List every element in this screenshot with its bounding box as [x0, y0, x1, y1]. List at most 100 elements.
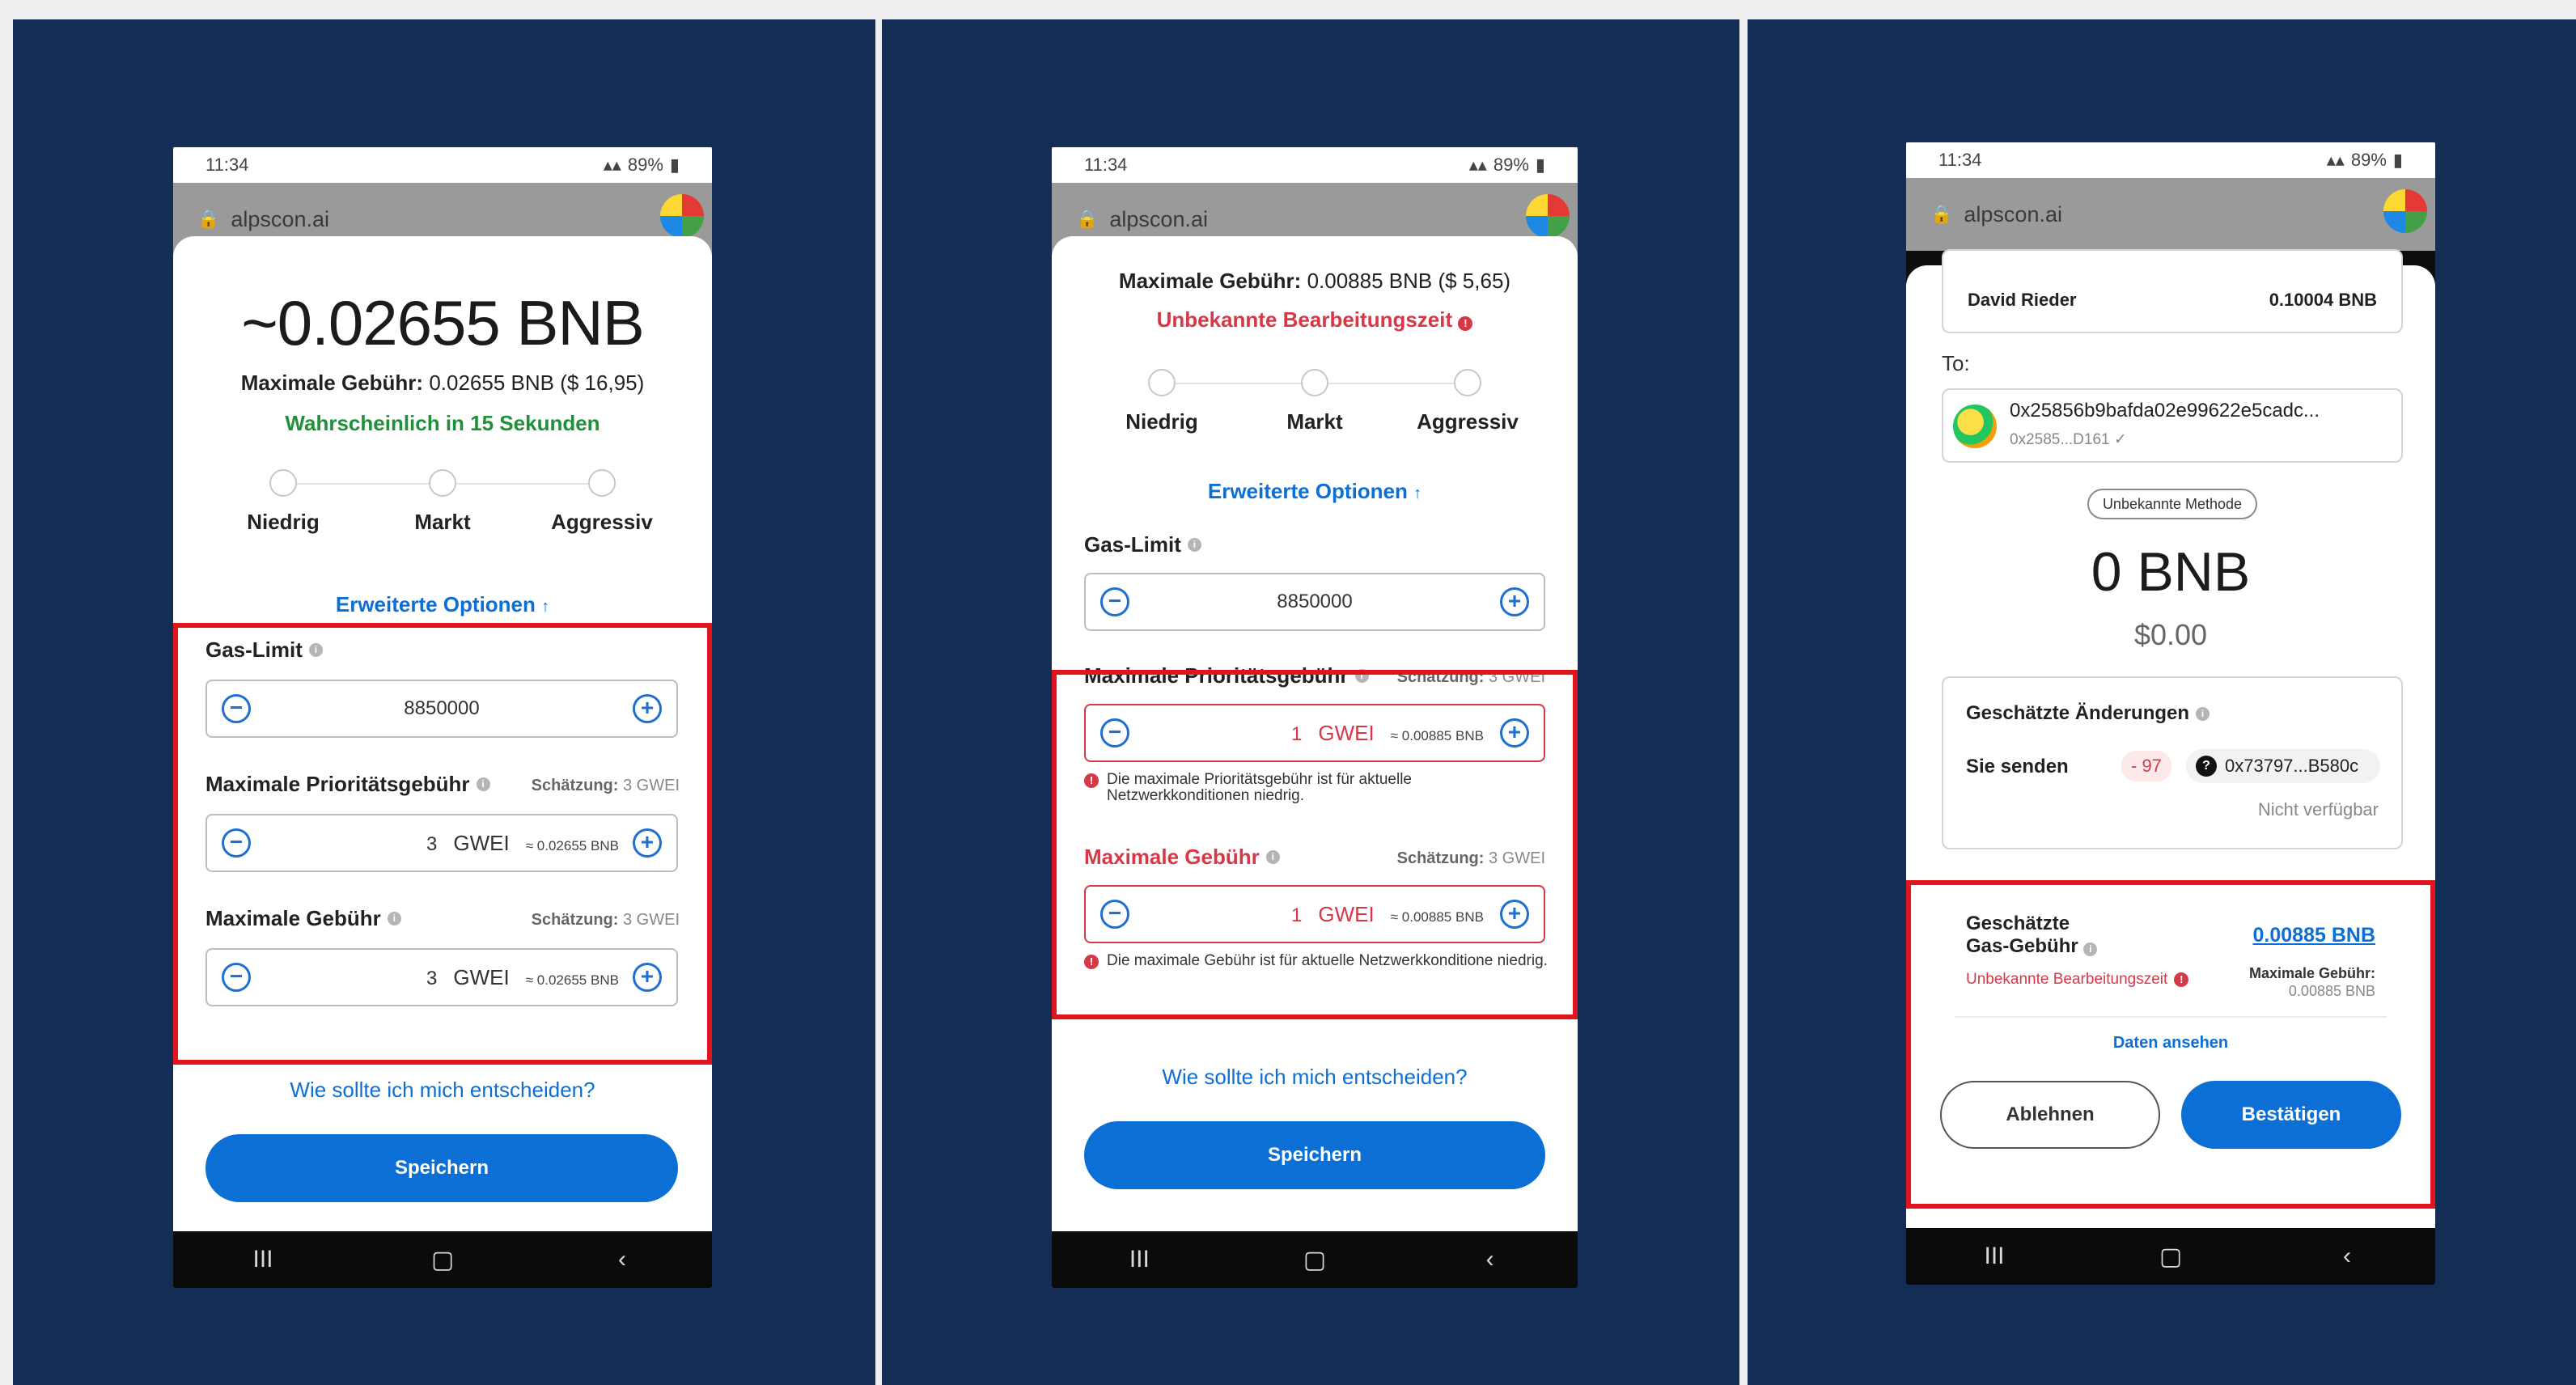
back-button[interactable]: ‹ [1442, 1246, 1539, 1273]
info-icon[interactable]: i [387, 912, 401, 925]
info-icon[interactable]: i [1354, 669, 1369, 683]
battery-icon: ▮ [1535, 155, 1545, 175]
transfer-usd: $0.00 [2133, 618, 2208, 651]
recents-button[interactable]: III [1091, 1246, 1188, 1273]
radio-aggressive[interactable] [588, 469, 616, 497]
max-fee-value[interactable]: 3 [426, 968, 437, 990]
max-fee-value[interactable]: 1 [1291, 904, 1302, 927]
info-icon[interactable]: i [1265, 850, 1280, 864]
signal-icon: ▴▴ [2326, 150, 2345, 170]
radio-low[interactable] [1148, 369, 1176, 396]
decrease-icon[interactable]: − [222, 694, 251, 723]
from-account-card[interactable]: David Rieder 0.10004 BNB [1942, 249, 2403, 333]
browser-url-bar[interactable]: 🔒 alpscon.ai [1906, 178, 2435, 251]
home-button[interactable]: ▢ [1266, 1246, 1363, 1274]
status-bar: 11:34 ▴▴ 89% ▮ [1052, 147, 1578, 183]
to-address[interactable]: 0x25856b9bafda02e99622e5cadc... [2010, 400, 2320, 422]
gas-fee-value[interactable]: 0.00885 BNB [2253, 924, 2375, 947]
priority-fee-stepper: − 3 GWEI ≈ 0.02655 BNB + [205, 814, 678, 872]
radio-aggressive[interactable] [1454, 369, 1481, 396]
gas-limit-stepper: − 8850000 + [205, 680, 678, 738]
decrease-icon[interactable]: − [1100, 900, 1129, 929]
gas-limit-stepper: − 8850000 + [1084, 573, 1545, 631]
max-fee-stepper: − 1 GWEI ≈ 0.00885 BNB + [1084, 885, 1545, 943]
confirm-sheet: David Rieder 0.10004 BNB To: 0x25856b9ba… [1906, 249, 2435, 1231]
max-fee-label: Maximale Gebühr i [205, 906, 401, 931]
option-market[interactable]: Markt [1250, 369, 1379, 434]
url-text: alpscon.ai [231, 206, 329, 231]
radio-market[interactable] [1301, 369, 1328, 396]
decrease-icon[interactable]: − [222, 963, 251, 992]
priority-fee-value[interactable]: 3 [426, 833, 437, 856]
lock-icon: 🔒 [1930, 204, 1953, 224]
phone-screen-1: 11:34 ▴▴ 89% ▮ 🔒 alpscon.ai ~0.02655 BNB M… [173, 147, 712, 1288]
info-icon[interactable]: i [476, 777, 490, 791]
info-icon[interactable]: i [1187, 538, 1201, 552]
option-market[interactable]: Markt [378, 469, 507, 535]
home-button[interactable]: ▢ [2122, 1243, 2219, 1271]
priority-error-message: ! Die maximale Prioritätsgebühr ist für a… [1084, 772, 1545, 804]
url-text: alpscon.ai [1109, 206, 1208, 231]
site-avatar-icon[interactable] [1526, 194, 1570, 238]
decrease-icon[interactable]: − [1100, 587, 1129, 616]
battery-level: 89% [2350, 150, 2387, 170]
save-button[interactable]: Speichern [205, 1134, 678, 1202]
option-aggressive[interactable]: Aggressiv [1403, 369, 1532, 434]
send-value-badge: - 97 [2121, 751, 2171, 781]
max-fee-label: Maximale Gebühr i [1084, 845, 1280, 870]
status-time: 11:34 [205, 155, 249, 175]
estimated-changes-label: Geschätzte Änderungen i [1966, 702, 2210, 725]
recents-button[interactable]: III [1946, 1243, 2043, 1270]
priority-fee-value[interactable]: 1 [1291, 723, 1302, 746]
radio-low[interactable] [269, 469, 297, 497]
increase-icon[interactable]: + [632, 828, 662, 858]
save-button[interactable]: Speichern [1084, 1121, 1545, 1189]
phone-screen-2: 11:34 ▴▴ 89% ▮ 🔒 alpscon.ai Maximale Gebüh… [1052, 147, 1578, 1288]
panel-3: 11:34 ▴▴ 89% ▮ 🔒 alpscon.ai David Rieder 0… [1748, 19, 2576, 1385]
info-icon[interactable]: i [2196, 706, 2210, 721]
recents-button[interactable]: III [214, 1246, 311, 1273]
decrease-icon[interactable]: − [222, 828, 251, 858]
increase-icon[interactable]: + [1500, 587, 1529, 616]
help-link[interactable]: Wie sollte ich mich entscheiden? [1052, 1065, 1578, 1090]
home-button[interactable]: ▢ [394, 1246, 491, 1274]
priority-fee-stepper: − 1 GWEI ≈ 0.00885 BNB + [1084, 704, 1545, 762]
to-address-short: 0x2585...D161 ✓ [2010, 431, 2127, 448]
advanced-options-toggle[interactable]: Erweiterte Optionen ↑ [1052, 479, 1578, 504]
advanced-options-toggle[interactable]: Erweiterte Optionen ↑ [173, 592, 712, 617]
status-bar: 11:34 ▴▴ 89% ▮ [1906, 142, 2435, 178]
view-data-link[interactable]: Daten ansehen [1906, 1034, 2435, 1053]
error-icon: ! [1084, 773, 1099, 788]
increase-icon[interactable]: + [1499, 900, 1529, 929]
option-low[interactable]: Niedrig [1097, 369, 1227, 434]
battery-icon: ▮ [2392, 150, 2403, 170]
site-avatar-icon[interactable] [660, 194, 704, 238]
increase-icon[interactable]: + [1499, 718, 1529, 748]
option-aggressive[interactable]: Aggressiv [537, 469, 667, 535]
back-button[interactable]: ‹ [2298, 1243, 2396, 1270]
method-badge: Unbekannte Methode [2087, 489, 2257, 519]
confirm-button[interactable]: Bestätigen [2181, 1081, 2401, 1149]
gas-limit-label: Gas-Limit i [1084, 532, 1201, 557]
unknown-time: Unbekannte Bearbeitungszeit! [1966, 971, 2189, 989]
gas-limit-value[interactable]: 8850000 [1277, 591, 1352, 613]
increase-icon[interactable]: + [633, 694, 662, 723]
option-low[interactable]: Niedrig [218, 469, 348, 535]
max-fee-line: Maximale Gebühr: 0.00885 BNB ($ 5,65) [1118, 269, 1511, 293]
help-link[interactable]: Wie sollte ich mich entscheiden? [173, 1078, 712, 1103]
gas-limit-value[interactable]: 8850000 [404, 697, 479, 720]
reject-button[interactable]: Ablehnen [1940, 1081, 2160, 1149]
gas-fee-label: Geschätzte Gas-Gebühr i [1966, 913, 2112, 958]
send-token-chip[interactable]: ? 0x73797...B580c [2186, 749, 2380, 783]
increase-icon[interactable]: + [632, 963, 662, 992]
info-icon[interactable]: i [308, 643, 323, 657]
info-icon[interactable]: i [2083, 942, 2098, 956]
radio-market[interactable] [429, 469, 456, 497]
back-button[interactable]: ‹ [574, 1246, 671, 1273]
panel-1: 11:34 ▴▴ 89% ▮ 🔒 alpscon.ai ~0.02655 BNB M… [13, 19, 875, 1385]
site-avatar-icon[interactable] [2383, 189, 2427, 233]
unknown-token-icon: ? [2196, 756, 2217, 777]
to-account-card[interactable]: 0x25856b9bafda02e99622e5cadc... 0x2585..… [1942, 388, 2403, 463]
likely-time: Wahrscheinlich in 15 Sekunden [285, 411, 600, 435]
decrease-icon[interactable]: − [1100, 718, 1129, 748]
